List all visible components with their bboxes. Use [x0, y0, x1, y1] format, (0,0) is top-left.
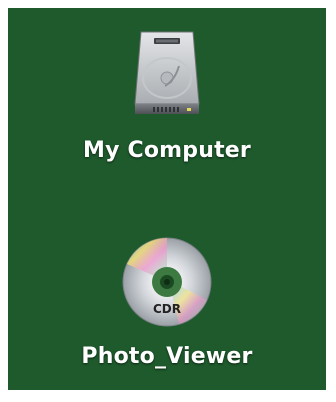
desktop-icon-photo-viewer[interactable]: CDR Photo_Viewer — [8, 234, 326, 370]
my-computer-label: My Computer — [83, 138, 251, 163]
hard-drive-icon — [134, 31, 200, 114]
photo-viewer-label: Photo_Viewer — [81, 344, 253, 369]
cd-label-text: CDR — [153, 302, 181, 316]
desktop: My Computer CDR Photo_Viewer — [8, 8, 326, 390]
desktop-icon-my-computer[interactable]: My Computer — [8, 26, 326, 164]
cd-disc-icon: CDR — [122, 237, 212, 327]
